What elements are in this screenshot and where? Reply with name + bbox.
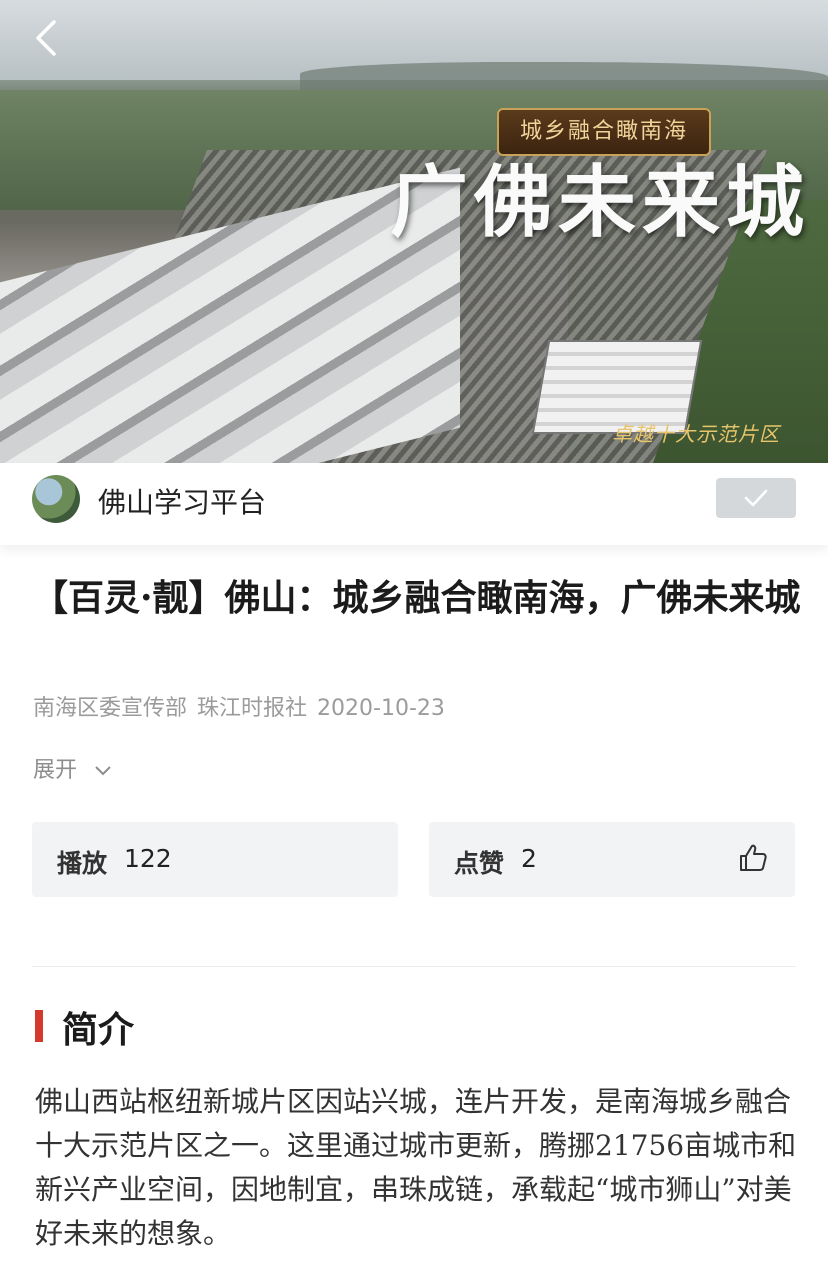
play-count-card: 播放 122 <box>32 822 398 897</box>
like-button[interactable]: 点赞 2 <box>429 822 795 897</box>
account-avatar[interactable] <box>32 475 80 523</box>
play-count: 122 <box>124 844 172 873</box>
article-meta: 南海区委宣传部 珠江时报社 2020-10-23 <box>33 690 455 722</box>
source-department: 南海区委宣传部 <box>33 696 188 721</box>
source-newspaper: 珠江时报社 <box>197 696 308 721</box>
check-icon <box>744 489 768 507</box>
intro-heading: 简介 <box>62 1009 135 1051</box>
play-label: 播放 <box>57 849 108 878</box>
section-accent-bar <box>35 1010 43 1042</box>
back-arrow-icon[interactable] <box>30 18 66 58</box>
like-label: 点赞 <box>454 849 505 878</box>
like-count: 2 <box>521 844 537 873</box>
thumbs-up-icon <box>740 844 767 871</box>
video-player[interactable]: 城乡融合瞰南海 广佛未来城 卓越十大示范片区 <box>0 0 828 463</box>
video-caption: 卓越十大示范片区 <box>612 422 780 446</box>
follow-button[interactable] <box>716 478 796 518</box>
video-hills <box>300 62 828 92</box>
expand-label: 展开 <box>33 758 78 783</box>
section-divider <box>32 966 796 967</box>
video-calligraphy-title: 广佛未来城 <box>390 157 811 248</box>
expand-button[interactable]: 展开 <box>33 752 112 784</box>
account-bar: 佛山学习平台 <box>0 463 828 545</box>
article-title: 【百灵·靓】佛山：城乡融合瞰南海，广佛未来城 <box>32 577 801 619</box>
chevron-down-icon <box>94 761 112 782</box>
publish-date: 2020-10-23 <box>317 696 445 721</box>
account-name[interactable]: 佛山学习平台 <box>98 481 266 521</box>
intro-text: 佛山西站枢纽新城片区因站兴城，连片开发，是南海城乡融合十大示范片区之一。这里通过… <box>35 1085 797 1250</box>
